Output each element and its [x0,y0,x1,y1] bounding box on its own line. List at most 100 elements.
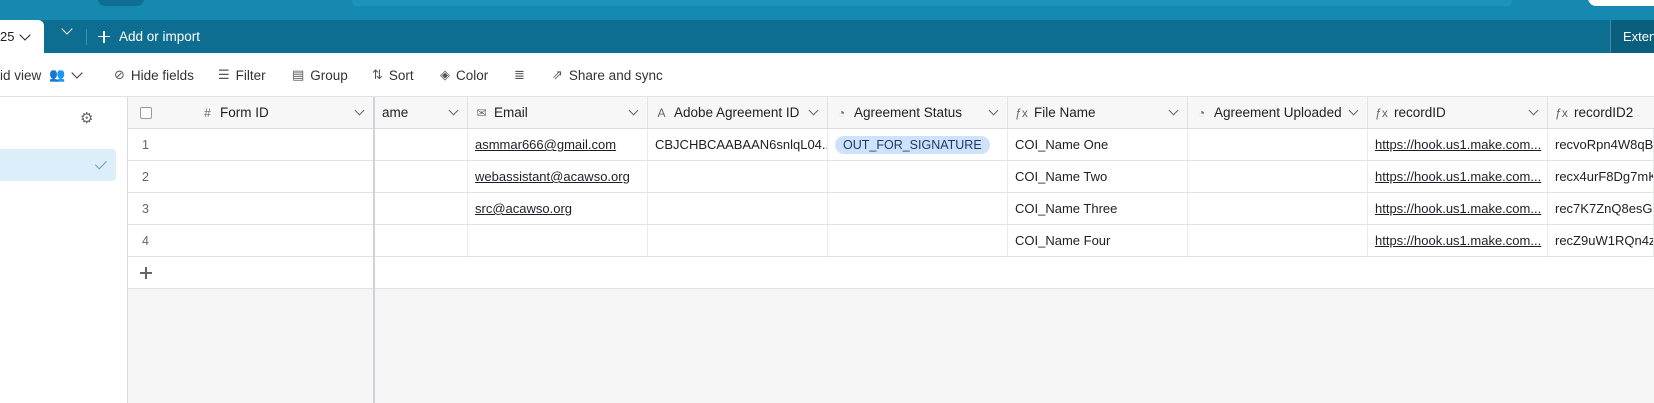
column-header-adobe-agreement-id[interactable]: A Adobe Agreement ID [648,97,828,129]
record-link[interactable]: https://hook.us1.make.com... [1375,169,1541,184]
cell-name[interactable] [375,193,468,225]
email-link[interactable]: webassistant@acawso.org [475,169,630,184]
tabs-more-chevron-icon[interactable] [61,23,73,35]
chevron-down-icon[interactable] [808,105,819,116]
cell-form-id[interactable]: 2 [128,161,374,193]
tab-active-label: 25 [0,29,15,44]
cell-email[interactable]: webassistant@acawso.org [468,161,648,193]
cell-agreement-status[interactable] [828,161,1008,193]
formula-field-icon: ƒx [1375,105,1388,120]
sidebar-item-selected-view[interactable] [0,149,116,181]
header-nav-pill[interactable] [98,0,144,6]
gear-icon[interactable]: ⚙ [80,109,98,127]
cell-record-id2[interactable]: recZ9uW1RQn4z [1548,225,1654,257]
cell-file-name[interactable]: COI_Name Two [1008,161,1188,193]
cell-adobe-agreement-id[interactable] [648,225,828,257]
row-number: 1 [142,137,149,152]
add-row-button[interactable] [128,257,1654,289]
cell-file-name[interactable]: COI_Name One [1008,129,1188,161]
column-header-agreement-uploaded[interactable]: ◔ Agreement Uploaded [1188,97,1368,129]
sort-label: Sort [388,67,414,83]
record-link[interactable]: https://hook.us1.make.com... [1375,201,1541,216]
cell-text: COI_Name Two [1015,169,1108,184]
email-field-icon: ✉ [476,105,487,120]
hide-fields-button[interactable]: ⊘ Hide fields [114,53,194,97]
tab-active-table[interactable]: 25 [0,20,44,53]
cell-record-id[interactable]: https://hook.us1.make.com... [1368,225,1548,257]
cell-name[interactable] [375,129,468,161]
cell-record-id[interactable]: https://hook.us1.make.com... [1368,193,1548,225]
chevron-down-icon[interactable] [1348,105,1359,116]
group-button[interactable]: ▤ Group [292,53,348,97]
cell-record-id2[interactable]: rec7K7ZnQ8esGl [1548,193,1654,225]
cell-agreement-status[interactable] [828,193,1008,225]
chevron-down-icon[interactable] [628,105,639,116]
group-icon: ▤ [292,67,305,82]
cell-file-name[interactable]: COI_Name Four [1008,225,1188,257]
cell-email[interactable]: src@acawso.org [468,193,648,225]
share-icon: ⇗ [552,67,563,82]
cell-form-id[interactable]: 1 [128,129,374,161]
cell-adobe-agreement-id[interactable] [648,161,828,193]
record-link[interactable]: https://hook.us1.make.com... [1375,233,1541,248]
frozen-column-divider[interactable] [373,97,375,403]
share-and-sync-button[interactable]: ⇗ Share and sync [552,53,663,97]
cell-agreement-uploaded[interactable] [1188,129,1368,161]
cell-record-id[interactable]: https://hook.us1.make.com... [1368,129,1548,161]
cell-email[interactable] [468,225,648,257]
cell-file-name[interactable]: COI_Name Three [1008,193,1188,225]
people-icon: 👥 [49,67,66,82]
column-header-form-id[interactable]: # Form ID [128,97,374,129]
cell-text: COI_Name Four [1015,233,1111,248]
chevron-down-icon[interactable] [1168,105,1179,116]
column-header-label: Agreement Status [854,105,963,120]
chevron-down-icon[interactable] [448,105,459,116]
cell-agreement-status[interactable] [828,225,1008,257]
check-icon [94,157,108,170]
cell-adobe-agreement-id[interactable]: CBJCHBCAABAAN6snlqL04... [648,129,828,161]
column-header-email[interactable]: ✉ Email [468,97,648,129]
add-or-import-button[interactable]: Add or import [98,20,200,53]
cell-agreement-uploaded[interactable] [1188,161,1368,193]
extensions-button[interactable]: Extens [1610,20,1654,53]
chevron-down-icon[interactable] [354,105,365,116]
sort-button[interactable]: ⇅ Sort [372,53,414,97]
cell-agreement-uploaded[interactable] [1188,225,1368,257]
column-header-file-name[interactable]: ƒx File Name [1008,97,1188,129]
column-header-agreement-status[interactable]: ◔ Agreement Status [828,97,1008,129]
cell-name[interactable] [375,161,468,193]
cell-text: recvoRpn4W8qB [1555,137,1654,152]
cell-adobe-agreement-id[interactable] [648,193,828,225]
cell-agreement-status[interactable]: OUT_FOR_SIGNATURE [828,129,1008,161]
cell-text: recZ9uW1RQn4z [1555,233,1654,248]
header-action-button[interactable] [1588,0,1654,6]
cell-form-id[interactable]: 4 [128,225,374,257]
cell-text: CBJCHBCAABAAN6snlqL04... [655,137,828,152]
column-header-record-id[interactable]: ƒx recordID [1368,97,1548,129]
color-button[interactable]: ◈ Color [440,53,488,97]
cell-record-id[interactable]: https://hook.us1.make.com... [1368,161,1548,193]
row-number: 2 [142,169,149,184]
group-label: Group [310,67,348,83]
cell-agreement-uploaded[interactable] [1188,193,1368,225]
row-height-button[interactable]: ≣ [514,53,531,97]
cell-record-id2[interactable]: recx4urF8Dg7mK [1548,161,1654,193]
record-link[interactable]: https://hook.us1.make.com... [1375,137,1541,152]
plus-icon [140,267,152,279]
email-link[interactable]: src@acawso.org [475,201,572,216]
cell-form-id[interactable]: 3 [128,193,374,225]
chevron-down-icon[interactable] [1528,105,1539,116]
view-switcher-button[interactable]: id view 👥 [0,53,84,97]
column-header-name[interactable]: ame [375,97,468,129]
cell-name[interactable] [375,225,468,257]
column-header-label: File Name [1034,105,1096,120]
cell-record-id2[interactable]: recvoRpn4W8qB [1548,129,1654,161]
eye-off-icon: ⊘ [114,67,125,82]
cell-email[interactable]: asmmar666@gmail.com [468,129,648,161]
filter-button[interactable]: ☰ Filter [218,53,266,97]
email-link[interactable]: asmmar666@gmail.com [475,137,616,152]
paint-bucket-icon: ◈ [440,67,450,82]
chevron-down-icon[interactable] [988,105,999,116]
column-header-record-id2[interactable]: ƒx recordID2 [1548,97,1654,129]
select-all-checkbox[interactable] [140,107,152,119]
